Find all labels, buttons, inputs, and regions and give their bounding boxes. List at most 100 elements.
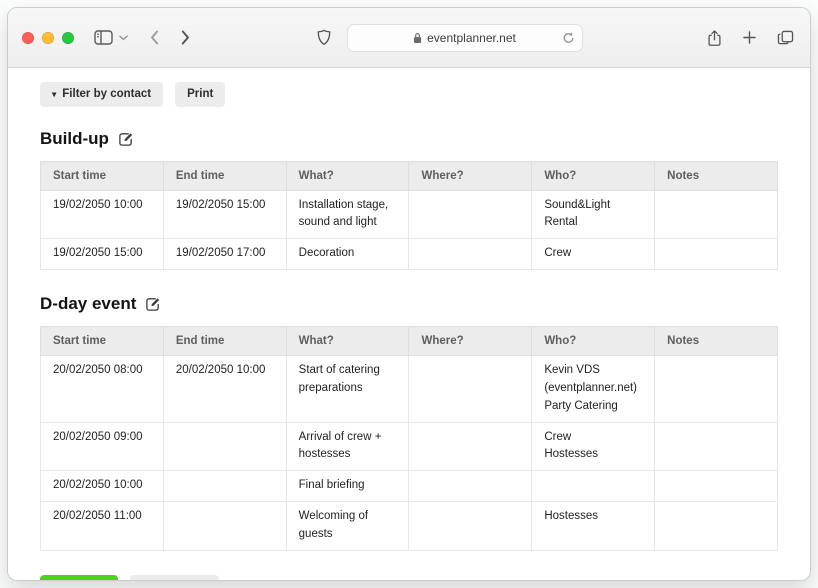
column-header: Where?: [409, 327, 532, 356]
sidebar-icon: [94, 30, 113, 45]
table-row: 20/02/2050 10:00Final briefing: [41, 471, 778, 502]
cell-line: Crew: [544, 245, 642, 263]
toolbar-right-controls: [705, 27, 796, 49]
table-row: 20/02/2050 09:00 Arrival of crew + hostes…: [41, 422, 778, 471]
edit-icon: [118, 131, 134, 147]
cell-line: 20/02/2050 09:00: [53, 429, 151, 447]
share-icon: [707, 29, 722, 47]
tab-overview-button[interactable]: [775, 28, 796, 47]
table-cell: [409, 239, 532, 270]
table-cell: [163, 422, 286, 471]
table-cell: Arrival of crew + hostesses: [286, 422, 409, 471]
forward-button[interactable]: [179, 28, 192, 47]
section-title: Build-up: [40, 129, 778, 149]
toolbar-center: eventplanner.net: [192, 24, 705, 52]
reload-icon: [562, 31, 575, 44]
lock-icon: [413, 32, 422, 44]
print-button[interactable]: Print: [175, 82, 225, 107]
address-bar[interactable]: eventplanner.net: [347, 24, 583, 52]
table-cell: 19/02/2050 17:00: [163, 239, 286, 270]
section-title: D-day event: [40, 294, 778, 314]
sidebar-menu-button[interactable]: [117, 33, 130, 43]
cell-line: Sound&Light Rental: [544, 197, 642, 233]
cell-line: Crew: [544, 429, 642, 447]
table-cell: [409, 190, 532, 239]
shield-icon: [317, 29, 331, 46]
cell-line: 19/02/2050 17:00: [176, 245, 274, 263]
column-header: Who?: [532, 327, 655, 356]
column-header: End time: [163, 327, 286, 356]
minimize-window-button[interactable]: [42, 32, 54, 44]
caret-down-icon: ▾: [52, 90, 56, 99]
close-window-button[interactable]: [22, 32, 34, 44]
header-row: Start timeEnd timeWhat?Where?Who?Notes: [41, 161, 778, 190]
table-cell: Hostesses: [532, 501, 655, 550]
column-header: Where?: [409, 161, 532, 190]
table-cell: Crew: [532, 239, 655, 270]
top-actions: ▾ Filter by contact Print: [40, 82, 778, 107]
cell-line: Party Catering: [544, 398, 642, 416]
table-cell: 19/02/2050 10:00: [41, 190, 164, 239]
table-cell: [655, 471, 778, 502]
table-cell: Sound&Light Rental: [532, 190, 655, 239]
edit-section-button[interactable]: [145, 296, 161, 312]
tabs-icon: [777, 30, 794, 45]
schedule-table: Start timeEnd timeWhat?Where?Who?Notes19…: [40, 161, 778, 270]
cell-line: Decoration: [299, 245, 397, 263]
table-cell: 19/02/2050 15:00: [41, 239, 164, 270]
chevron-right-icon: [181, 30, 190, 45]
schedule-section: Build-up Start timeEnd timeWhat?Where?Who…: [40, 129, 778, 270]
add-section-button[interactable]: Add section: [130, 575, 220, 581]
cell-line: Hostesses: [544, 508, 642, 526]
cell-line: 20/02/2050 11:00: [53, 508, 151, 526]
table-cell: Decoration: [286, 239, 409, 270]
column-header: Start time: [41, 161, 164, 190]
plus-icon: [743, 31, 756, 44]
table-row: 19/02/2050 15:00 19/02/2050 17:00 Decorati…: [41, 239, 778, 270]
reload-button[interactable]: [562, 31, 575, 44]
filter-by-contact-button[interactable]: ▾ Filter by contact: [40, 82, 163, 107]
page-content: ▾ Filter by contact Print Build-up Start …: [8, 68, 810, 581]
table-cell: [409, 501, 532, 550]
window-controls: [22, 32, 74, 44]
cell-line: 19/02/2050 10:00: [53, 197, 151, 215]
new-tab-button[interactable]: [741, 29, 758, 46]
privacy-shield-button[interactable]: [315, 27, 333, 48]
table-cell: [409, 356, 532, 422]
table-cell: 20/02/2050 08:00: [41, 356, 164, 422]
cell-line: Final briefing: [299, 477, 397, 495]
table-cell: [163, 501, 286, 550]
table-cell: CrewHostesses: [532, 422, 655, 471]
table-cell: [163, 471, 286, 502]
column-header: Notes: [655, 327, 778, 356]
chevron-left-icon: [150, 30, 159, 45]
zoom-window-button[interactable]: [62, 32, 74, 44]
chevron-down-icon: [119, 35, 128, 41]
share-button[interactable]: [705, 27, 724, 49]
sidebar-toggle-button[interactable]: [92, 28, 115, 47]
add-entry-button[interactable]: Add entry: [40, 575, 118, 581]
table-cell: 20/02/2050 09:00: [41, 422, 164, 471]
table-cell: [655, 422, 778, 471]
schedule-table: Start timeEnd timeWhat?Where?Who?Notes20…: [40, 326, 778, 551]
section-title-text: D-day event: [40, 294, 136, 314]
table-cell: [655, 501, 778, 550]
bottom-actions: Add entry Add section: [40, 575, 778, 581]
edit-section-button[interactable]: [118, 131, 134, 147]
cell-line: Kevin VDS (eventplanner.net): [544, 362, 642, 398]
back-button[interactable]: [148, 28, 161, 47]
section-title-text: Build-up: [40, 129, 109, 149]
filter-button-label: Filter by contact: [62, 88, 151, 101]
table-row: 19/02/2050 10:00 19/02/2050 15:00 Installa…: [41, 190, 778, 239]
column-header: End time: [163, 161, 286, 190]
cell-line: 20/02/2050 10:00: [176, 362, 274, 380]
cell-line: 19/02/2050 15:00: [176, 197, 274, 215]
cell-line: Hostesses: [544, 446, 642, 464]
cell-line: 19/02/2050 15:00: [53, 245, 151, 263]
cell-line: Installation stage, sound and light: [299, 197, 397, 233]
table-row: 20/02/2050 08:0020/02/2050 10:00Start of…: [41, 356, 778, 422]
table-cell: 19/02/2050 15:00: [163, 190, 286, 239]
table-cell: [532, 471, 655, 502]
table-cell: [409, 471, 532, 502]
column-header: Who?: [532, 161, 655, 190]
